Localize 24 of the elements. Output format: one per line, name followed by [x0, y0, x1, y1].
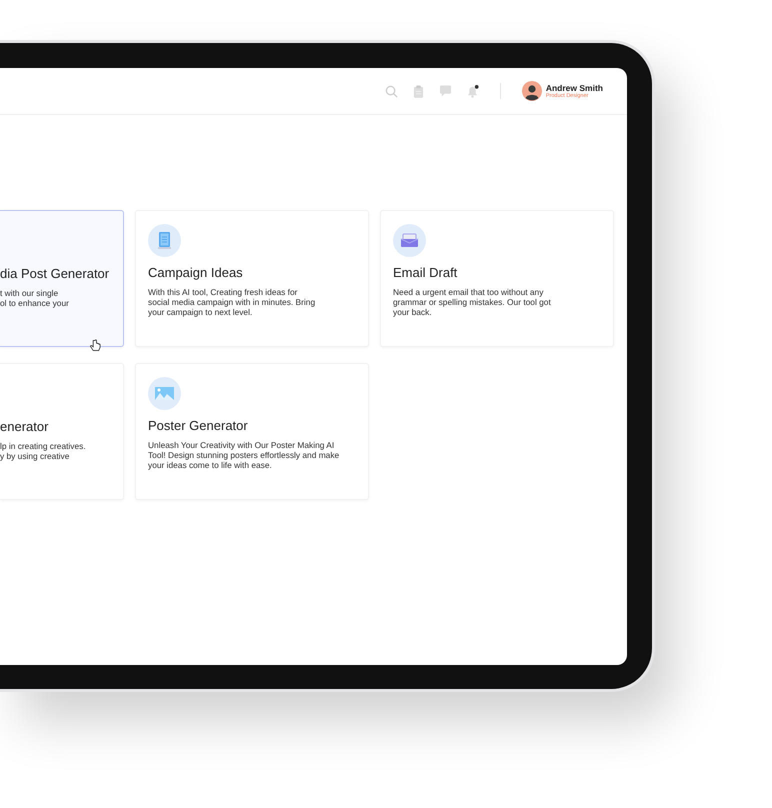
envelope-icon	[393, 224, 426, 257]
card-description: With this AI tool, Creating fresh ideas for social media campaign with in minutes. Bring your campaign to next level.	[148, 287, 316, 317]
tool-card[interactable]: Campaign Ideas With this AI tool, Creating fresh ideas for social media campaign with in minutes. Bring your campaign to next level.	[135, 210, 369, 347]
tool-card[interactable]: enerator lp in creating creatives. y by using creative	[0, 363, 124, 500]
card-description: Unleash Your Creativity with Our Poster Making AI Tool! Design stunning posters effortlessly and make your ideas come to life with ease.	[148, 440, 340, 470]
chat-icon[interactable]	[438, 85, 452, 97]
card-title: Poster Generator	[148, 418, 249, 433]
image-icon	[148, 377, 181, 410]
tool-card[interactable]: Email Draft Need a urgent email that too without any grammar or spelling mistakes. Our tool got your back.	[380, 210, 614, 347]
avatar-icon[interactable]	[522, 81, 542, 101]
card-description: t with our single ol to enhance your	[0, 288, 70, 308]
search-icon[interactable]	[384, 84, 398, 98]
tool-card[interactable]: Poster Generator Unleash Your Creativity with Our Poster Making AI Tool! Design stunning posters effortlessly and make your ideas come to life with ease.	[135, 363, 369, 500]
bell-icon[interactable]	[466, 84, 479, 98]
card-title: Email Draft	[393, 265, 458, 280]
notebook-icon	[148, 224, 181, 257]
clipboard-icon[interactable]	[412, 84, 424, 98]
user-name: Andrew Smith	[546, 83, 603, 93]
hand-cursor-icon	[90, 339, 101, 352]
card-description: Need a urgent email that too without any grammar or spelling mistakes. Our tool got your back.	[393, 287, 552, 317]
card-description: lp in creating creatives. y by using creative	[0, 441, 87, 461]
card-title: enerator	[0, 419, 50, 434]
card-title: Campaign Ideas	[148, 265, 244, 280]
card-title: dia Post Generator	[0, 266, 110, 281]
